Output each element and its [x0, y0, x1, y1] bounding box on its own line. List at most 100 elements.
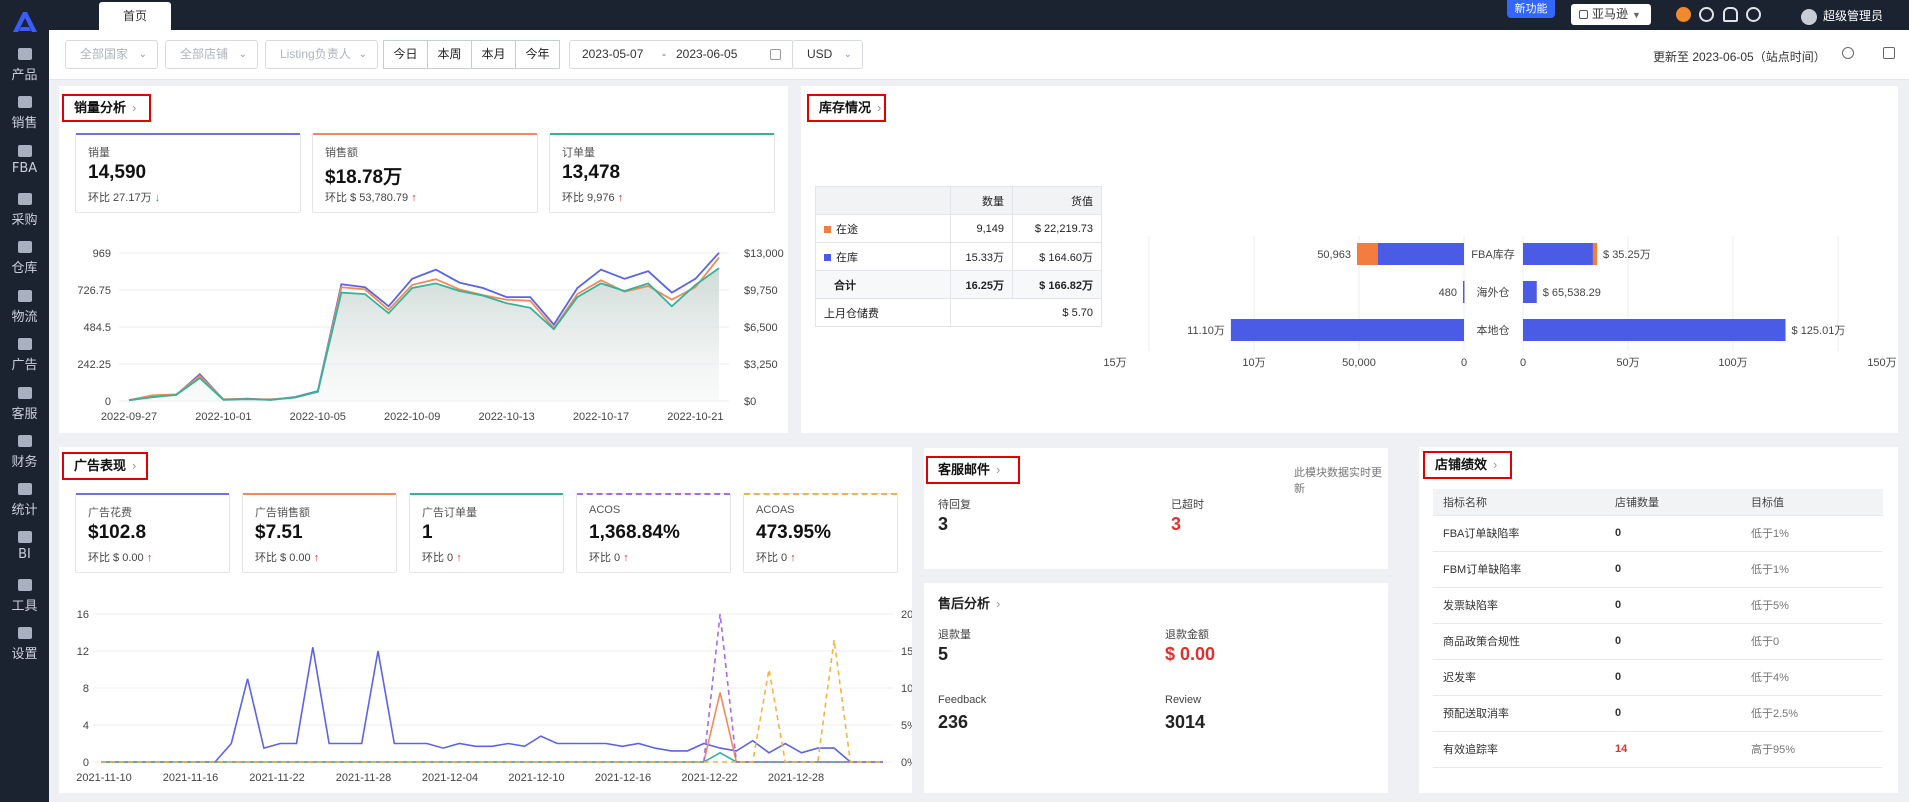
sidebar-item-logistics[interactable]: 物流 [0, 290, 49, 340]
user-menu[interactable]: 超级管理员 [1801, 7, 1883, 25]
sidebar-item-settings[interactable]: 设置 [0, 627, 49, 677]
app-logo[interactable] [11, 10, 39, 34]
perf-target: 低于5% [1741, 587, 1883, 624]
perf-count[interactable]: 0 [1605, 515, 1741, 552]
bar-right-label: $ 125.01万 [1792, 325, 1846, 337]
review-value: 3014 [1165, 712, 1206, 732]
y-left-tick-label: 484.5 [83, 322, 111, 334]
chevron-down-icon: ⌄ [843, 49, 852, 60]
tab-home[interactable]: 首页 [99, 2, 171, 30]
table-row[interactable]: 发票缺陷率 0 低于5% [1433, 587, 1883, 624]
perf-count[interactable]: 0 [1605, 695, 1741, 732]
tools-icon [17, 579, 32, 591]
perf-count[interactable]: 0 [1605, 659, 1741, 696]
top-bar: 首页 新功能 亚马逊 ▼ 超级管理员 [49, 0, 1909, 30]
perf-count[interactable]: 0 [1605, 551, 1741, 588]
category-label: 本地仓 [1477, 323, 1510, 337]
fba-icon [17, 145, 32, 157]
chevron-right-icon: › [996, 462, 1001, 477]
date-from[interactable]: 2023-05-07 [582, 41, 643, 68]
table-row[interactable]: 商品政策合规性 0 低于0 [1433, 623, 1883, 660]
listing-owner-select[interactable]: Listing负责人 ⌄ [265, 40, 378, 69]
sidebar-item-label: BI [18, 547, 31, 562]
table-row[interactable]: 有效追踪率 14 高于95% [1433, 731, 1883, 768]
series-line-1 [101, 692, 883, 763]
listing-owner-label: Listing负责人 [280, 47, 351, 61]
bell-icon[interactable] [1723, 7, 1738, 22]
help-icon[interactable] [1842, 47, 1854, 59]
sidebar-item-bi[interactable]: BI [0, 531, 49, 581]
sidebar-item-service[interactable]: 客服 [0, 387, 49, 437]
sidebar-item-purchase[interactable]: 采购 [0, 193, 49, 243]
cs-mail-title[interactable]: 客服邮件 › [926, 456, 1020, 484]
date-to[interactable]: 2023-06-05 [676, 41, 737, 68]
range-today-button[interactable]: 今日 [383, 40, 428, 69]
feedback-label: Feedback [938, 694, 987, 706]
sidebar-item-sales[interactable]: 销售 [0, 96, 49, 146]
perf-count[interactable]: 0 [1605, 623, 1741, 660]
perf-name: 有效追踪率 [1433, 731, 1605, 768]
headset-icon[interactable] [1676, 7, 1691, 22]
sales-line-chart: 0 $0 242.25 $3,250 484.5 $6,500 726.75 $9,750 96… [77, 248, 783, 423]
chevron-down-icon: ⌄ [138, 49, 147, 60]
store-select[interactable]: 全部店铺 ⌄ [165, 40, 258, 69]
y-left-tick-label: 4 [83, 720, 89, 732]
sidebar-item-tools[interactable]: 工具 [0, 579, 49, 629]
help-icon[interactable] [1746, 7, 1761, 22]
logistics-icon [17, 290, 32, 302]
perf-target: 高于95% [1741, 731, 1883, 768]
range-year-button[interactable]: 今年 [515, 40, 560, 69]
country-select[interactable]: 全部国家 ⌄ [65, 40, 158, 69]
sidebar-item-ads[interactable]: 广告 [0, 338, 49, 388]
perf-count[interactable]: 0 [1605, 587, 1741, 624]
sidebar-item-stats[interactable]: 统计 [0, 483, 49, 533]
avatar [1801, 8, 1817, 25]
sidebar-item-product[interactable]: 产品 [0, 48, 49, 98]
sidebar-item-finance[interactable]: 财务 [0, 435, 49, 485]
currency-select[interactable]: USD ⌄ [792, 40, 863, 69]
x-right-tick-label: 150万 [1867, 357, 1896, 369]
table-row[interactable]: FBA订单缺陷率 0 低于1% [1433, 515, 1883, 552]
y-left-tick-label: 242.25 [77, 359, 111, 371]
marketplace-label: 亚马逊 [1592, 7, 1629, 21]
range-week-button[interactable]: 本周 [427, 40, 472, 69]
x-tick-label: 2022-09-27 [101, 411, 157, 423]
x-tick-label: 2021-11-28 [336, 772, 391, 784]
x-tick-label: 2022-10-21 [667, 411, 723, 423]
download-icon[interactable] [1699, 7, 1714, 22]
new-feature-badge[interactable]: 新功能 [1507, 0, 1555, 18]
y-left-tick-label: 16 [77, 609, 89, 621]
pending-value[interactable]: 3 [938, 514, 948, 535]
marketplace-select[interactable]: 亚马逊 ▼ [1571, 4, 1651, 25]
table-row[interactable]: FBM订单缺陷率 0 低于1% [1433, 551, 1883, 588]
perf-target: 低于1% [1741, 515, 1883, 552]
perf-name: 迟发率 [1433, 659, 1605, 696]
table-row[interactable]: 迟发率 0 低于4% [1433, 659, 1883, 696]
filter-bar: 全部国家 ⌄ 全部店铺 ⌄ Listing负责人 ⌄ 今日 本周 本月 今年 2023… [49, 30, 1909, 80]
after-sales-title[interactable]: 售后分析 › [938, 593, 1000, 612]
x-right-tick-label: 50万 [1616, 357, 1639, 369]
sidebar-item-label: 工具 [11, 599, 38, 614]
series-line-0 [101, 647, 883, 763]
store-performance-title[interactable]: 店铺绩效 › [1423, 451, 1512, 479]
store-performance-card: 店铺绩效 › 指标名称 店铺数量 目标值 FBA订单缺陷率 0 低于1% FBM订单缺陷… [1419, 447, 1898, 793]
x-left-tick-label: 0 [1461, 357, 1467, 369]
perf-header-count: 店铺数量 [1605, 489, 1741, 516]
overdue-value[interactable]: 3 [1171, 514, 1181, 535]
chevron-down-icon: ⌄ [238, 49, 247, 60]
sidebar-item-fba[interactable]: FBA [0, 145, 49, 195]
bar-left-label: 50,963 [1317, 249, 1351, 261]
x-tick-label: 2021-11-22 [249, 772, 304, 784]
perf-name: 发票缺陷率 [1433, 587, 1605, 624]
y-left-tick-label: 969 [93, 248, 111, 260]
bar-right-1 [1523, 281, 1537, 303]
range-month-button[interactable]: 本月 [471, 40, 516, 69]
x-right-tick-label: 0 [1520, 357, 1526, 369]
perf-count[interactable]: 14 [1605, 731, 1741, 768]
sidebar-item-warehouse[interactable]: 仓库 [0, 241, 49, 291]
date-range-picker[interactable]: 2023-05-07 - 2023-06-05 [569, 40, 794, 69]
table-row[interactable]: 预配送取消率 0 低于2.5% [1433, 695, 1883, 732]
sidebar-item-label: 采购 [11, 213, 38, 228]
sidebar-item-label: FBA [11, 161, 38, 176]
layout-icon[interactable] [1883, 47, 1895, 59]
